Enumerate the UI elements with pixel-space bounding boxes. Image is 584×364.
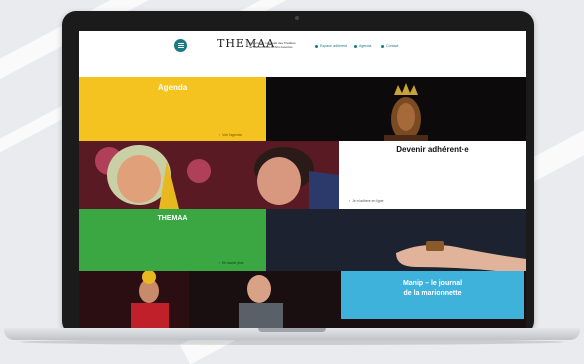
puppet-faces-image [79,141,339,209]
themaa-tile[interactable]: THEMAA › En savoir plus [79,209,266,271]
manip-tile-wrapper: Manip – le journal de la marionnette [339,271,526,331]
nav-agenda[interactable]: Agenda [354,44,371,48]
agenda-tile-link[interactable]: › Voir l'agenda [219,133,242,137]
nav-espace-adherent[interactable]: Espace adhérent [315,44,347,48]
agenda-tile-title: Agenda [157,83,188,92]
devenir-adherent-title: Devenir adhérent·e [396,145,469,154]
performers-photo [79,271,339,331]
laptop-notch [258,328,326,332]
hand-puppet-image [396,241,526,271]
site-header: THEMAA Association nationale des Théâtre… [79,31,526,77]
agenda-tile[interactable]: Agenda › Voir l'agenda [79,77,266,141]
mail-icon [381,44,384,48]
nav-contact[interactable]: Contact [381,44,398,48]
calendar-icon [354,44,357,48]
webcam-icon [295,16,299,20]
website-screen: THEMAA Association nationale des Théâtre… [79,31,526,331]
manip-tile[interactable]: Manip – le journal de la marionnette [341,271,524,319]
performers-image [79,271,283,331]
user-icon [315,44,318,48]
devenir-adherent-tile[interactable]: Devenir adhérent·e › Je m'adhère en ligne [339,141,526,209]
hamburger-menu-icon[interactable] [174,39,187,52]
site-tagline: Association nationale des Théâtres de Ma… [249,41,296,49]
devenir-adherent-link[interactable]: › Je m'adhère en ligne [349,199,384,203]
laptop-frame: THEMAA Association nationale des Théâtre… [62,11,534,335]
themaa-tile-link[interactable]: › En savoir plus [219,261,243,265]
puppet-photo-faces [79,141,339,209]
manip-tile-title: Manip – le journal de la marionnette [402,280,463,297]
hand-puppet-photo [266,209,526,271]
puppet-king-image [384,83,428,141]
themaa-tile-title: THEMAA [157,215,188,222]
puppet-photo-king [266,77,526,141]
